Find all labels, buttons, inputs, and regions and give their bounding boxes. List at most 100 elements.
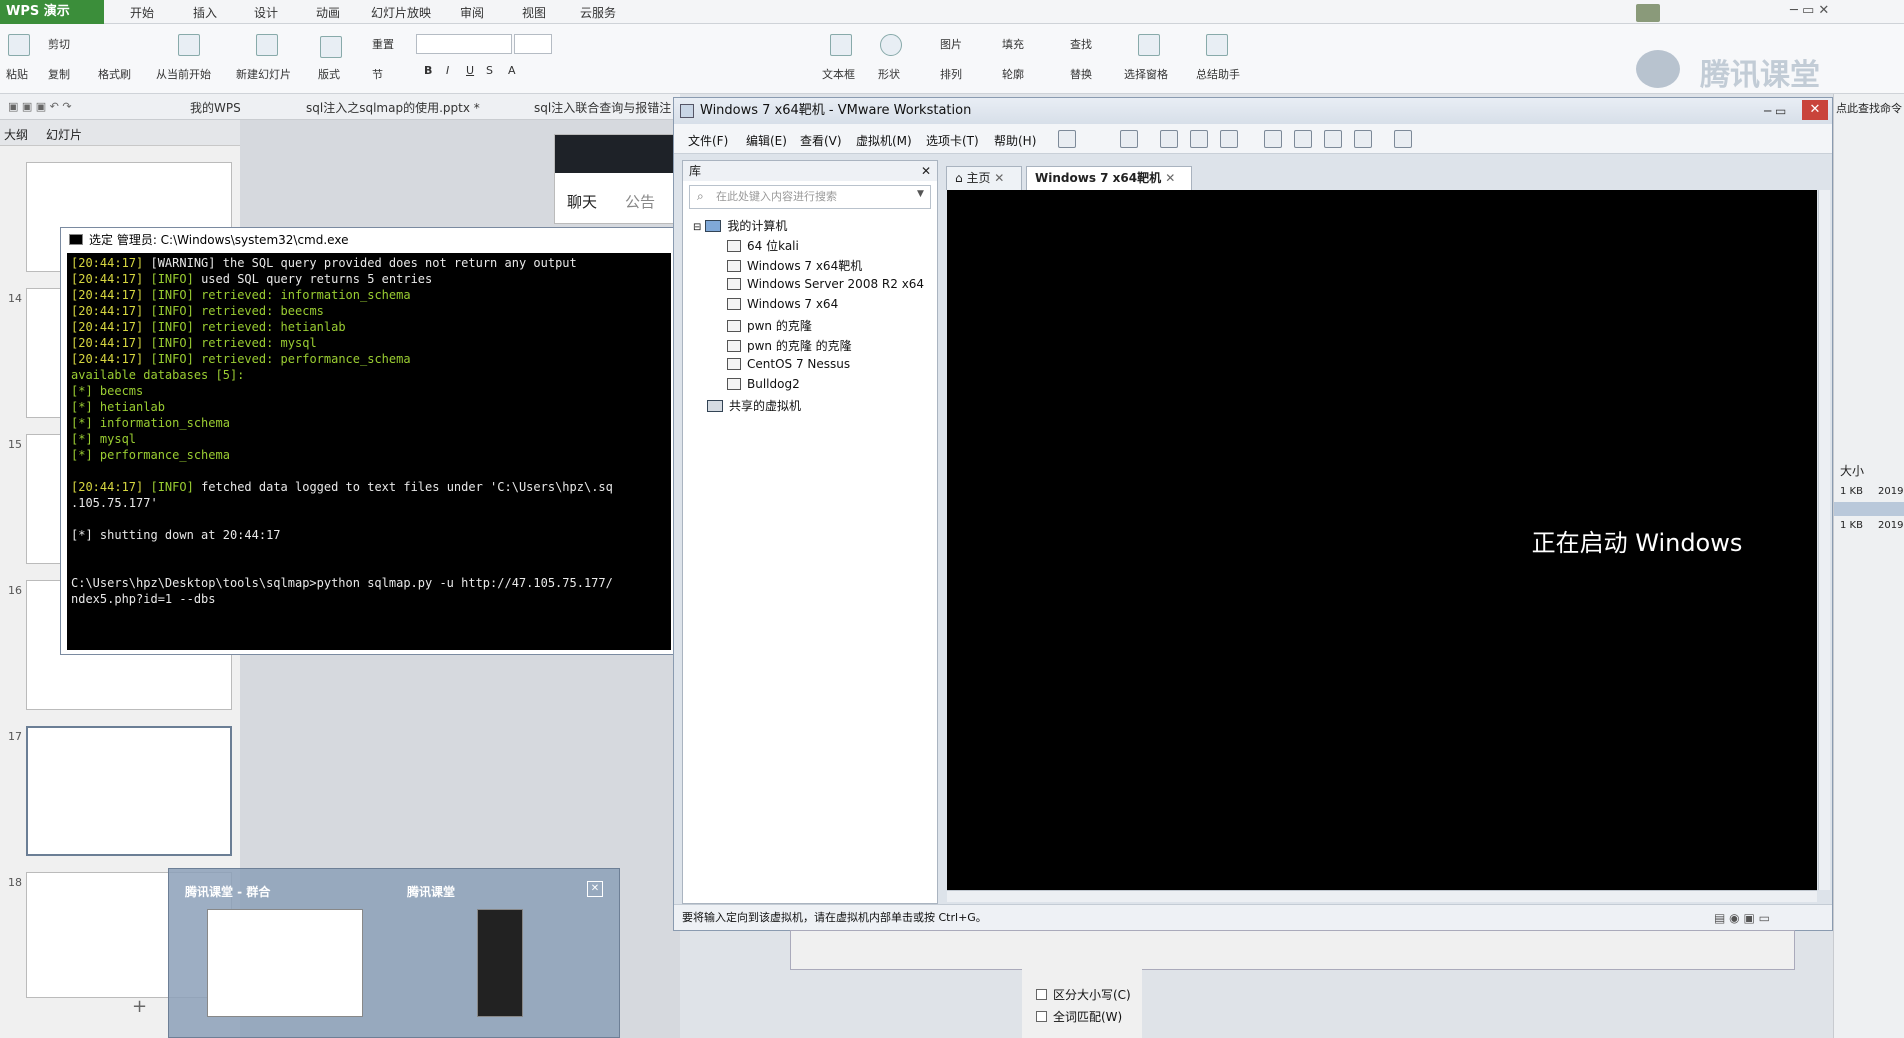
tab-outline[interactable]: 大纲 [4,126,28,143]
tab-sqlmap-pptx[interactable]: sql注入之sqlmap的使用.pptx * [306,99,480,116]
menu-tabs[interactable]: 选项卡(T) [926,132,979,149]
thumbnail-bar-icon[interactable] [1294,130,1312,148]
full-screen-icon[interactable] [1324,130,1342,148]
tab-notice[interactable]: 公告 [625,191,655,212]
tree-vm-item[interactable]: 64 位kali [727,237,799,254]
layout-button[interactable]: 版式 [318,66,340,82]
menu-file[interactable]: 文件(F) [688,132,728,149]
format-painter-button[interactable]: 格式刷 [98,66,131,82]
new-slide-button[interactable]: 新建幻灯片 [236,66,291,82]
window-controls-icon[interactable]: ─ ▭ [1764,98,1786,124]
close-icon[interactable]: ✕ [921,161,931,181]
wps-app-button[interactable]: WPS 演示 [0,0,104,24]
menu-view[interactable]: 视图 [522,4,546,21]
copy-button[interactable]: 复制 [48,66,70,82]
italic-icon[interactable]: I [446,64,449,77]
tree-vm-item[interactable]: CentOS 7 Nessus [727,357,850,371]
tree-vm-item[interactable]: Bulldog2 [727,377,800,391]
add-slide-icon[interactable]: + [132,996,147,1017]
show-library-icon[interactable] [1264,130,1282,148]
device-icons[interactable]: ▤ ◉ ▣ ▭ [1714,905,1770,931]
preview-thumbnail[interactable] [477,909,523,1017]
font-name-select[interactable] [416,34,512,54]
replace-button[interactable]: 替换 [1070,66,1092,82]
menu-design[interactable]: 设计 [254,4,278,21]
select-pane-button[interactable]: 选择窗格 [1124,66,1168,82]
menu-edit[interactable]: 编辑(E) [746,132,787,149]
font-size-select[interactable] [514,34,552,54]
new-slide-icon[interactable] [256,34,278,56]
tab-sql-union[interactable]: sql注入联合查询与报错注 [534,99,671,116]
vm-screen[interactable]: 正在启动 Windows [947,190,1817,890]
close-icon[interactable]: ✕ [1165,171,1175,185]
outline-button[interactable]: 轮廓 [1002,66,1024,82]
revert-snapshot-icon[interactable] [1190,130,1208,148]
command-search-hint[interactable]: 点此查找命令 [1836,100,1902,116]
menu-view[interactable]: 查看(V) [800,132,842,149]
summary-icon[interactable] [1206,34,1228,56]
cmd-title-bar[interactable]: 选定 管理员: C:\Windows\system32\cmd.exe [61,228,675,252]
section-button[interactable]: 节 [372,66,383,82]
slide-thumbnail-selected[interactable] [26,726,232,856]
tab-chat[interactable]: 聊天 [567,191,597,212]
user-avatar[interactable] [1636,4,1660,22]
close-window-button[interactable]: ✕ [1802,100,1828,120]
whole-word-checkbox[interactable]: 全词匹配(W) [1036,1008,1122,1025]
find-button[interactable]: 查找 [1070,36,1092,52]
vertical-scrollbar[interactable] [1818,190,1830,890]
shadow-icon[interactable]: S [486,64,493,77]
unity-icon[interactable] [1354,130,1372,148]
from-current-button[interactable]: 从当前开始 [156,66,211,82]
tab-my-wps[interactable]: 我的WPS [190,99,241,116]
tab-slides[interactable]: 幻灯片 [46,126,82,143]
underline-icon[interactable]: U [466,64,474,77]
vmware-title-bar[interactable]: Windows 7 x64靶机 - VMware Workstation ─ ▭… [674,98,1832,124]
reset-button[interactable]: 重置 [372,36,394,52]
tab-win7-target[interactable]: Windows 7 x64靶机 ✕ [1026,166,1192,190]
preview-title[interactable]: 腾讯课堂 - 群合 [185,883,270,900]
menu-vm[interactable]: 虚拟机(M) [856,132,912,149]
layout-icon[interactable] [320,36,342,58]
console-view-icon[interactable] [1394,130,1412,148]
picture-button[interactable]: 图片 [940,36,962,52]
summary-button[interactable]: 总结助手 [1196,66,1240,82]
menu-insert[interactable]: 插入 [193,4,217,21]
textbox-button[interactable]: 文本框 [822,66,855,82]
console-output[interactable]: [20:44:17] [WARNING] the SQL query provi… [67,253,671,650]
quick-access-icons[interactable]: ▣ ▣ ▣ ↶ ↷ [8,100,72,113]
paste-button[interactable]: 粘贴 [6,66,28,82]
tree-vm-item[interactable]: pwn 的克隆 的克隆 [727,337,852,354]
menu-slideshow[interactable]: 幻灯片放映 [371,4,431,21]
preview-title[interactable]: 腾讯课堂 [407,883,455,900]
chevron-down-icon[interactable]: ▼ [917,189,924,199]
menu-animation[interactable]: 动画 [316,4,340,21]
tree-vm-item[interactable]: Windows Server 2008 R2 x64 [727,277,924,291]
match-case-checkbox[interactable]: 区分大小写(C) [1036,986,1131,1003]
send-ctrl-alt-del-icon[interactable] [1120,130,1138,148]
play-from-current-icon[interactable] [178,34,200,56]
tree-vm-item[interactable]: pwn 的克隆 [727,317,812,334]
tree-my-computer[interactable]: ⊟ 我的计算机 [693,217,787,234]
textbox-icon[interactable] [830,34,852,56]
cmd-window[interactable]: 选定 管理员: C:\Windows\system32\cmd.exe [20:… [60,227,676,655]
paste-icon[interactable] [8,34,30,56]
horizontal-scrollbar[interactable] [947,890,1817,902]
shape-icon[interactable] [880,34,902,56]
tree-vm-item[interactable]: Windows 7 x64 [727,297,838,311]
menu-review[interactable]: 审阅 [460,4,484,21]
snapshot-icon[interactable] [1160,130,1178,148]
menu-help[interactable]: 帮助(H) [994,132,1036,149]
pause-icon[interactable] [1058,130,1076,148]
tree-vm-item[interactable]: Windows 7 x64靶机 [727,257,862,274]
window-controls-icon[interactable]: ─ ▭ ✕ [1790,3,1829,18]
library-search-input[interactable]: 在此处键入内容进行搜索 [689,185,931,209]
tab-home[interactable]: ⌂ 主页 ✕ [946,166,1022,190]
select-pane-icon[interactable] [1138,34,1160,56]
cut-button[interactable]: 剪切 [48,36,70,52]
close-icon[interactable]: ✕ [587,881,603,897]
fill-button[interactable]: 填充 [1002,36,1024,52]
close-icon[interactable]: ✕ [994,171,1004,185]
selected-row[interactable] [1834,502,1904,516]
tree-shared-vms[interactable]: 共享的虚拟机 [707,397,801,414]
font-color-icon[interactable]: A [508,64,516,77]
